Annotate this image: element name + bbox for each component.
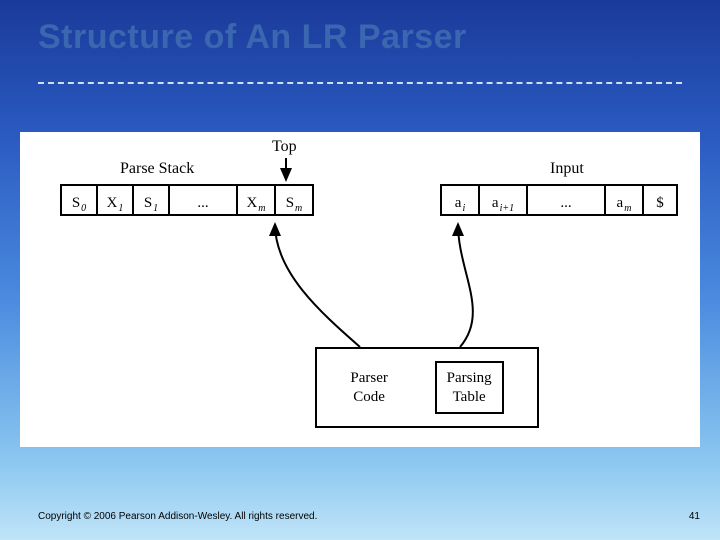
input-strip: aiai+1...am$: [440, 184, 678, 216]
input-cell: ai: [440, 186, 480, 214]
diagram: Top Parse Stack Input S0X1S1...XmSm aiai…: [20, 132, 700, 447]
stack-cell: Xm: [238, 186, 276, 214]
stack-cell: X1: [98, 186, 134, 214]
slide-title: Structure of An LR Parser: [38, 18, 467, 57]
input-label: Input: [550, 160, 584, 178]
parse-stack-label: Parse Stack: [120, 160, 194, 178]
page-number: 41: [689, 511, 700, 522]
input-cell: am: [606, 186, 644, 214]
copyright-text: Copyright © 2006 Pearson Addison-Wesley.…: [38, 511, 317, 522]
parse-stack-strip: S0X1S1...XmSm: [60, 184, 314, 216]
parsing-table-box: Parsing Table: [435, 361, 504, 415]
parser-box: Parser Code Parsing Table: [315, 347, 539, 428]
stack-cell: ...: [170, 186, 238, 214]
input-cell: ...: [528, 186, 606, 214]
title-divider: [38, 82, 682, 84]
top-label: Top: [272, 138, 297, 156]
stack-cell: S1: [134, 186, 170, 214]
parser-code-box: Parser Code: [350, 369, 388, 407]
input-cell: ai+1: [480, 186, 528, 214]
input-cell: $: [644, 186, 678, 214]
stack-cell: S0: [60, 186, 98, 214]
stack-cell: Sm: [276, 186, 314, 214]
slide: Structure of An LR Parser Top Parse Stac…: [0, 0, 720, 540]
